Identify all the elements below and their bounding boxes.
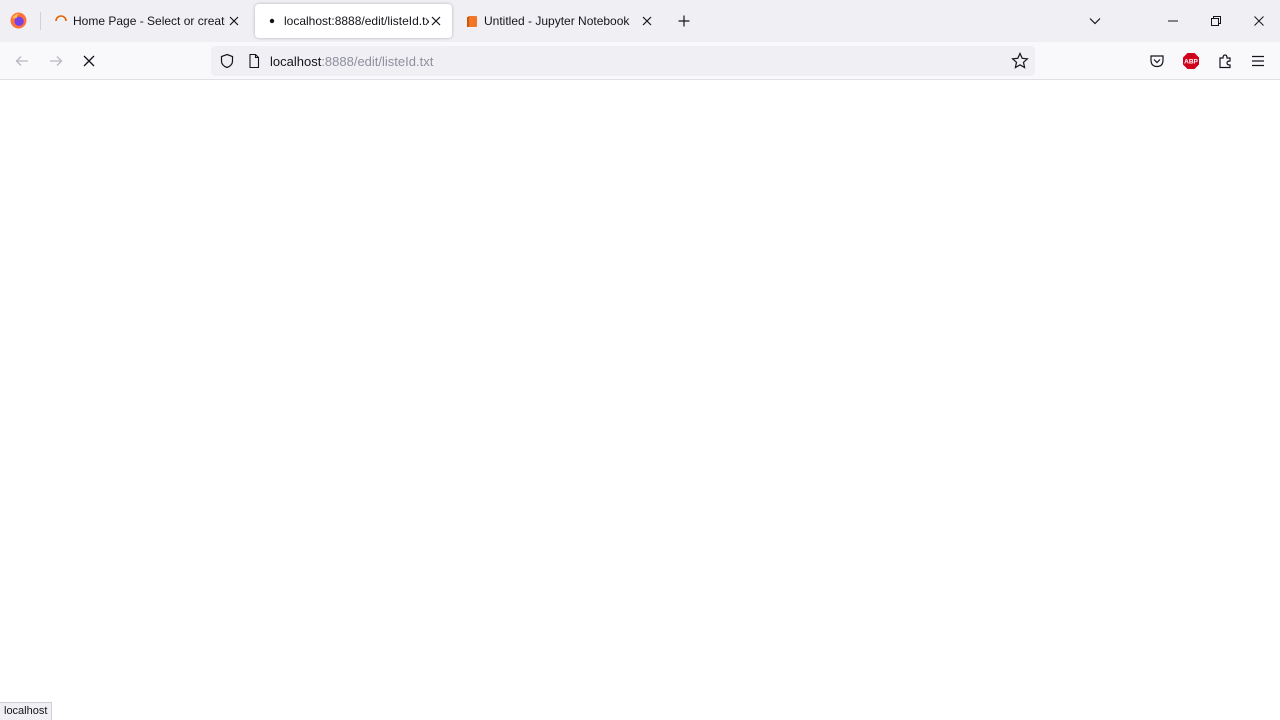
svg-text:ABP: ABP — [1184, 59, 1198, 66]
extensions-button[interactable] — [1213, 49, 1237, 73]
forward-button[interactable] — [44, 49, 68, 73]
bookmark-star-icon[interactable] — [1011, 52, 1029, 70]
loading-spinner-icon — [53, 13, 69, 29]
tab-listeid-txt[interactable]: localhost:8888/edit/listeId.txt — [255, 4, 452, 38]
page-content — [0, 80, 1280, 720]
jupyter-notebook-icon — [464, 13, 480, 29]
pocket-icon — [1150, 55, 1164, 68]
adblock-plus-button[interactable]: ABP — [1179, 49, 1203, 73]
tab-home-page[interactable]: Home Page - Select or create a notebook — [44, 4, 250, 38]
firefox-logo-icon[interactable] — [10, 12, 27, 29]
pocket-button[interactable] — [1145, 49, 1169, 73]
plus-icon — [678, 15, 690, 27]
close-window-button[interactable] — [1244, 6, 1274, 36]
hamburger-menu-icon — [1252, 55, 1264, 67]
back-arrow-icon — [15, 56, 28, 66]
close-icon[interactable] — [639, 13, 655, 29]
forward-arrow-icon — [50, 56, 63, 66]
page-icon[interactable] — [246, 53, 262, 69]
url-bar[interactable]: localhost:8888/edit/listeId.txt — [211, 46, 1035, 76]
tab-label: Untitled - Jupyter Notebook — [484, 14, 630, 28]
chevron-down-icon — [1089, 18, 1101, 25]
app-menu-button[interactable] — [1246, 49, 1270, 73]
tab-strip: Home Page - Select or create a notebook … — [0, 0, 1280, 42]
tab-label: Home Page - Select or create a notebook — [73, 14, 225, 28]
restore-button[interactable] — [1201, 6, 1231, 36]
stop-button[interactable] — [77, 49, 101, 73]
stop-icon — [83, 55, 95, 67]
minimize-button[interactable] — [1158, 6, 1188, 36]
dot-icon — [264, 13, 280, 29]
tab-untitled-jupyter[interactable]: Untitled - Jupyter Notebook — [455, 4, 663, 38]
close-icon — [1254, 16, 1264, 26]
restore-icon — [1211, 16, 1221, 26]
url-text[interactable]: localhost:8888/edit/listeId.txt — [270, 54, 433, 69]
tab-label: localhost:8888/edit/listeId.txt — [284, 14, 429, 28]
list-all-tabs-button[interactable] — [1085, 11, 1105, 31]
new-tab-button[interactable] — [674, 11, 694, 31]
puzzle-piece-icon — [1219, 54, 1231, 69]
navigation-toolbar: localhost:8888/edit/listeId.txt ABP — [0, 42, 1280, 80]
url-path: :8888/edit/listeId.txt — [321, 54, 434, 69]
adblock-plus-icon: ABP — [1183, 53, 1199, 69]
close-icon[interactable] — [226, 13, 242, 29]
status-panel: localhost — [0, 702, 53, 720]
close-icon[interactable] — [428, 13, 444, 29]
back-button[interactable] — [10, 49, 34, 73]
minimize-icon — [1168, 20, 1178, 22]
shield-icon[interactable] — [219, 53, 235, 69]
tab-separator — [40, 12, 41, 30]
url-host: localhost — [270, 54, 322, 69]
